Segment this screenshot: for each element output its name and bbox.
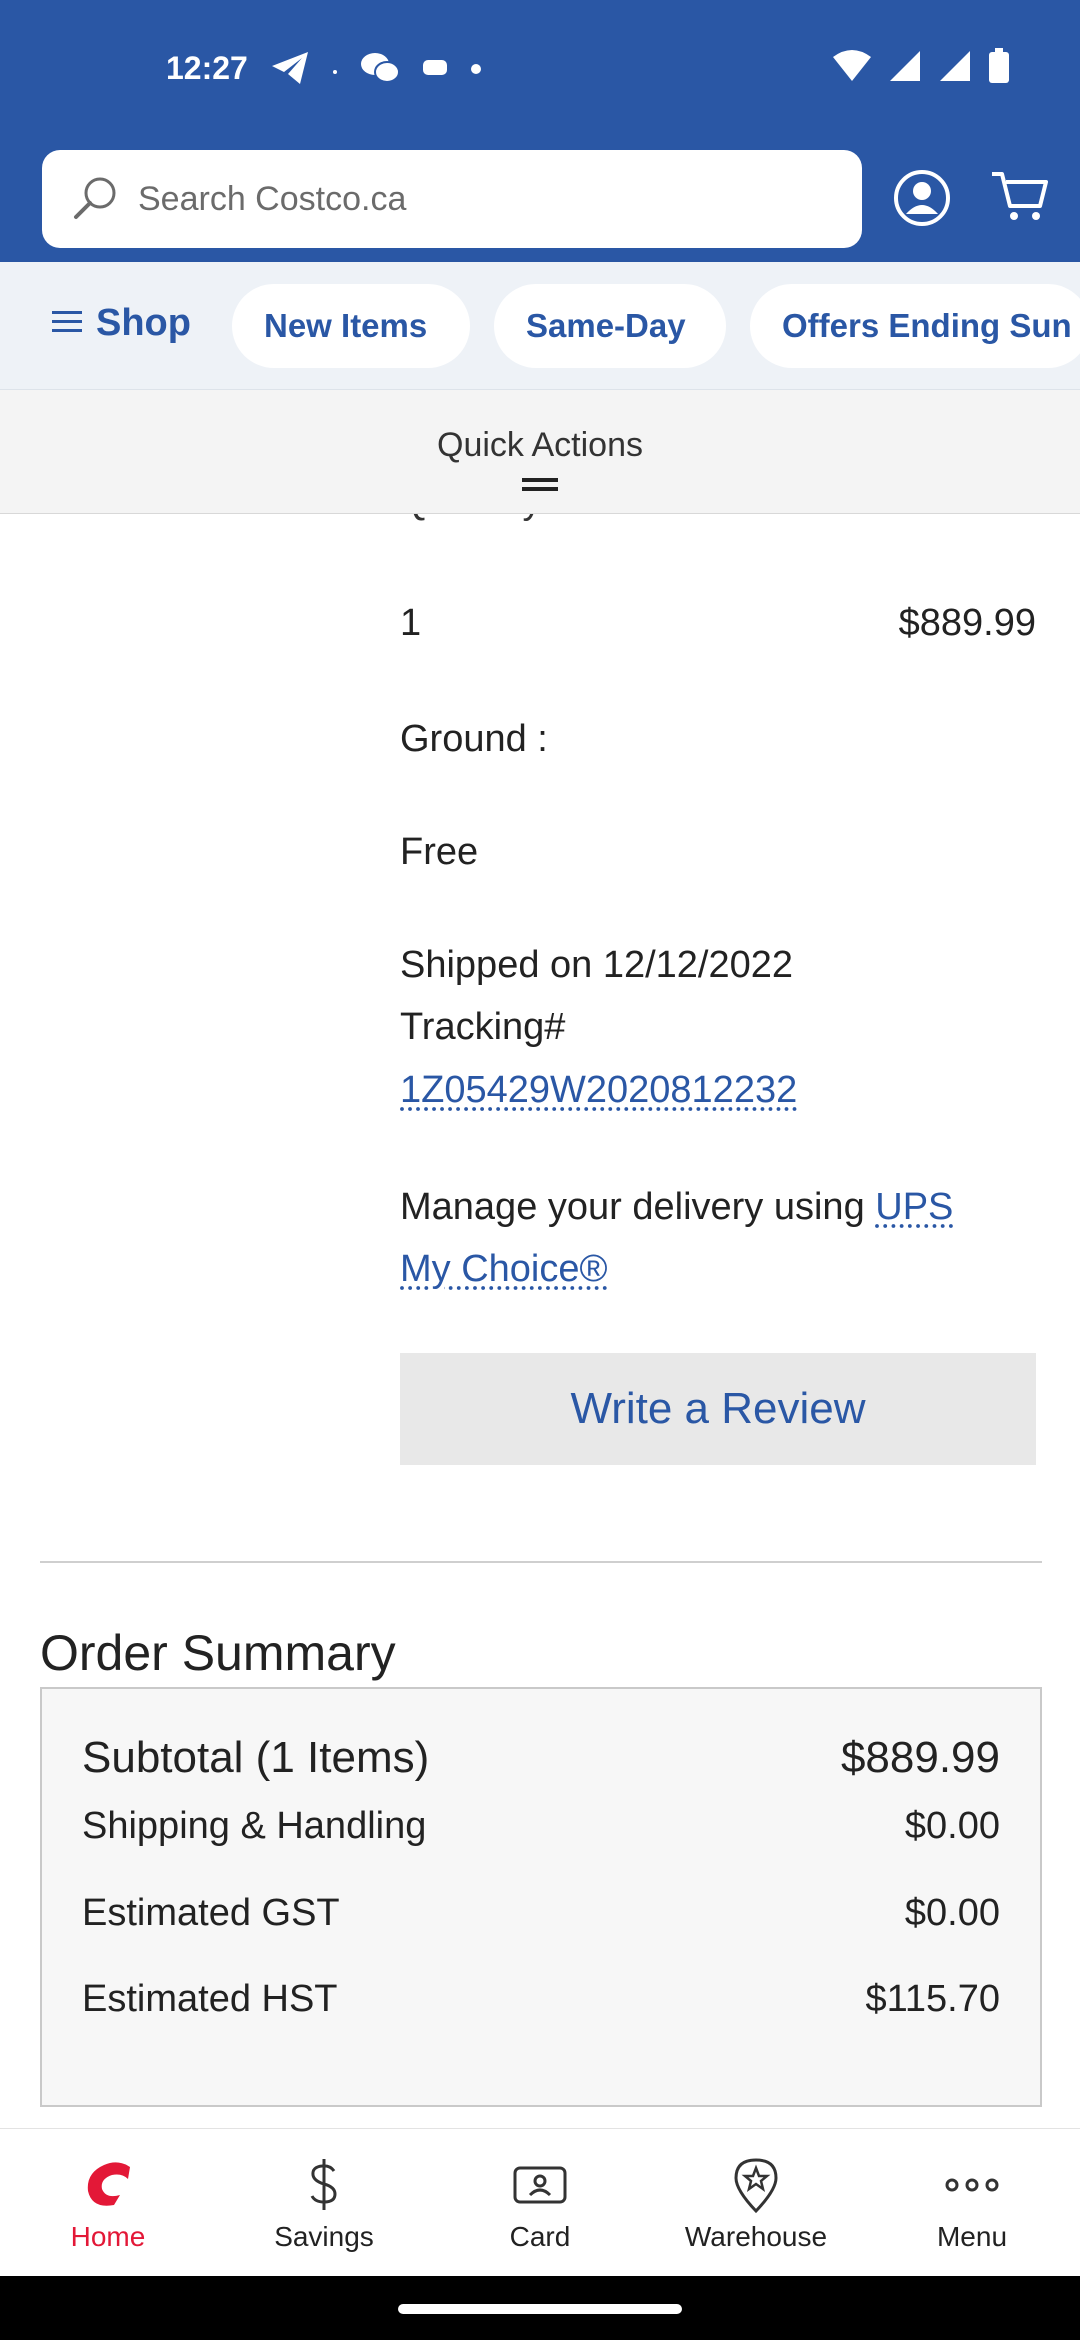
wechat-icon bbox=[360, 51, 400, 90]
summary-value: $115.70 bbox=[865, 1978, 1000, 2020]
summary-row-gst: Estimated GST $0.00 bbox=[82, 1892, 1000, 1935]
summary-value: $889.99 bbox=[840, 1733, 1000, 1782]
order-details: Quantity Total 1 $889.99 Ground : Free S… bbox=[0, 514, 1080, 2128]
wifi-icon bbox=[832, 49, 872, 88]
hamburger-icon bbox=[52, 302, 82, 345]
summary-row-hst: Estimated HST $115.70 bbox=[82, 1978, 1000, 2021]
tab-label: Home bbox=[70, 2221, 146, 2252]
summary-label: Shipping & Handling bbox=[82, 1805, 427, 1847]
write-review-button[interactable]: Write a Review bbox=[400, 1353, 1036, 1465]
costco-c-icon bbox=[0, 2153, 216, 2217]
search-icon bbox=[68, 171, 124, 227]
system-icons bbox=[832, 48, 1010, 89]
telegram-icon bbox=[270, 50, 310, 91]
home-gesture-handle[interactable] bbox=[398, 2304, 682, 2314]
pill-new-items[interactable]: New Items bbox=[232, 284, 470, 368]
ups-my-choice-link[interactable]: My Choice® bbox=[400, 1238, 608, 1300]
tracking-number-link[interactable]: 1Z05429W2020812232 bbox=[400, 1059, 797, 1121]
quick-actions-panel[interactable]: Quick Actions bbox=[0, 390, 1080, 514]
signal-icon bbox=[888, 49, 922, 88]
dot-icon bbox=[332, 62, 338, 80]
status-time: 12:27 bbox=[166, 50, 248, 86]
item-quantity: 1 bbox=[400, 602, 422, 644]
summary-row-shipping: Shipping & Handling $0.00 bbox=[82, 1805, 1000, 1848]
tab-card[interactable]: Card bbox=[432, 2153, 648, 2253]
tab-label: Warehouse bbox=[684, 2221, 828, 2252]
tab-label: Menu bbox=[936, 2221, 1008, 2252]
shop-menu-button[interactable]: Shop bbox=[52, 302, 191, 345]
bottom-nav: Home Savings Card Warehouse Menu bbox=[0, 2128, 1080, 2276]
summary-label: Estimated HST bbox=[82, 1978, 338, 2020]
divider bbox=[40, 1561, 1042, 1563]
summary-label: Estimated GST bbox=[82, 1892, 340, 1934]
summary-row-subtotal: Subtotal (1 Items) $889.99 bbox=[82, 1733, 1000, 1783]
tab-home[interactable]: Home bbox=[0, 2153, 216, 2253]
tab-savings[interactable]: Savings bbox=[216, 2153, 432, 2253]
summary-value: $0.00 bbox=[904, 1805, 1000, 1847]
gesture-bar bbox=[0, 2276, 1080, 2340]
manage-delivery-text: Manage your delivery using UPS bbox=[400, 1176, 1040, 1238]
more-dots-icon bbox=[864, 2153, 1080, 2217]
shop-label: Shop bbox=[96, 302, 191, 344]
status-bar: 12:27 bbox=[0, 0, 1080, 140]
order-summary-title: Order Summary bbox=[40, 1625, 396, 1681]
account-icon[interactable] bbox=[890, 166, 954, 230]
shipped-on: Shipped on 12/12/2022 bbox=[400, 944, 794, 986]
chat-bubble-icon bbox=[422, 58, 448, 83]
quantity-header: Quantity bbox=[400, 514, 542, 523]
search-header: Search Costco.ca bbox=[0, 140, 1080, 262]
search-placeholder: Search Costco.ca bbox=[138, 179, 407, 218]
shipping-method: Ground : bbox=[400, 718, 548, 760]
item-total: $889.99 bbox=[898, 602, 1036, 644]
ups-link[interactable]: UPS bbox=[875, 1186, 953, 1228]
dot-icon bbox=[470, 62, 482, 80]
total-header: Total bbox=[956, 514, 1036, 523]
quick-actions-label: Quick Actions bbox=[437, 426, 643, 464]
dollar-icon bbox=[216, 2153, 432, 2217]
manage-text: Manage your delivery using bbox=[400, 1186, 876, 1228]
notification-icons bbox=[270, 50, 482, 91]
battery-icon bbox=[988, 48, 1010, 89]
summary-value: $0.00 bbox=[904, 1892, 1000, 1934]
summary-label: Subtotal (1 Items) bbox=[82, 1733, 430, 1782]
cart-icon[interactable] bbox=[988, 164, 1052, 228]
search-input[interactable]: Search Costco.ca bbox=[42, 150, 862, 248]
order-summary-box: Subtotal (1 Items) $889.99 Shipping & Ha… bbox=[40, 1687, 1042, 2107]
location-star-icon bbox=[648, 2153, 864, 2217]
tab-menu[interactable]: Menu bbox=[864, 2153, 1080, 2253]
tab-warehouse[interactable]: Warehouse bbox=[648, 2153, 864, 2253]
drag-handle-icon[interactable] bbox=[522, 478, 558, 492]
signal-icon bbox=[938, 49, 972, 88]
tracking-label: Tracking# bbox=[400, 1006, 566, 1048]
tab-label: Savings bbox=[274, 2221, 374, 2252]
pill-same-day[interactable]: Same-Day bbox=[494, 284, 726, 368]
category-nav: Shop New Items Same-Day Offers Ending Su… bbox=[0, 262, 1080, 390]
shipping-cost: Free bbox=[400, 831, 479, 873]
member-card-icon bbox=[432, 2153, 648, 2217]
pill-offers-ending[interactable]: Offers Ending Sun bbox=[750, 284, 1080, 368]
tab-label: Card bbox=[509, 2221, 571, 2252]
